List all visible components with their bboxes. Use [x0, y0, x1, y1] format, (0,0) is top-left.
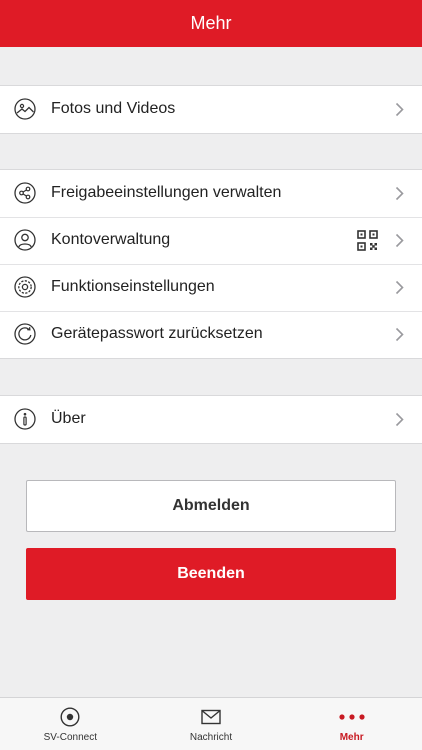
tab-mehr[interactable]: Mehr	[281, 698, 422, 750]
menu-item-label: Kontoverwaltung	[51, 231, 171, 248]
photo-icon	[14, 98, 36, 120]
reset-password-icon	[14, 323, 36, 345]
chevron-right-icon	[395, 102, 404, 117]
menu-item-label: Freigabeeinstellungen verwalten	[51, 184, 282, 201]
tab-bar: SV-Connect Nachricht Mehr	[0, 697, 422, 750]
menu-item-label: Funktionseinstellungen	[51, 278, 215, 295]
tab-nachricht[interactable]: Nachricht	[141, 698, 282, 750]
tab-label: SV-Connect	[43, 732, 98, 743]
menu-item-label: Gerätepasswort zurücksetzen	[51, 325, 263, 342]
more-dots-icon	[339, 714, 365, 720]
menu-item-fotos-videos[interactable]: Fotos und Videos	[0, 86, 422, 133]
tab-sv-connect[interactable]: SV-Connect	[0, 698, 141, 750]
qr-code-icon[interactable]	[357, 230, 378, 251]
logout-button[interactable]: Abmelden	[26, 480, 396, 532]
menu-item-freigabe[interactable]: Freigabeeinstellungen verwalten	[0, 170, 422, 217]
quit-button[interactable]: Beenden	[26, 548, 396, 600]
menu-item-funktionseinstellungen[interactable]: Funktionseinstellungen	[0, 264, 422, 311]
menu-item-label: Über	[51, 410, 86, 427]
function-settings-icon	[14, 276, 36, 298]
menu-group-about: Über	[0, 395, 422, 444]
menu-item-geraetepasswort[interactable]: Gerätepasswort zurücksetzen	[0, 311, 422, 358]
page-title: Mehr	[190, 13, 232, 33]
menu-item-label: Fotos und Videos	[51, 100, 176, 117]
menu-group-settings: Freigabeeinstellungen verwalten Kontover…	[0, 169, 422, 359]
info-icon	[14, 408, 36, 430]
account-icon	[14, 229, 36, 251]
menu-item-ueber[interactable]: Über	[0, 396, 422, 443]
menu-group-media: Fotos und Videos	[0, 85, 422, 134]
app-header: Mehr	[0, 0, 422, 47]
menu-item-kontoverwaltung[interactable]: Kontoverwaltung	[0, 217, 422, 264]
mail-icon	[201, 709, 221, 725]
chevron-right-icon	[395, 412, 404, 427]
chevron-right-icon	[395, 186, 404, 201]
share-icon	[14, 182, 36, 204]
tab-label: Nachricht	[189, 732, 233, 743]
sv-connect-icon	[60, 707, 80, 727]
chevron-right-icon	[395, 233, 404, 248]
chevron-right-icon	[395, 280, 404, 295]
chevron-right-icon	[395, 327, 404, 342]
tab-label: Mehr	[339, 732, 364, 743]
